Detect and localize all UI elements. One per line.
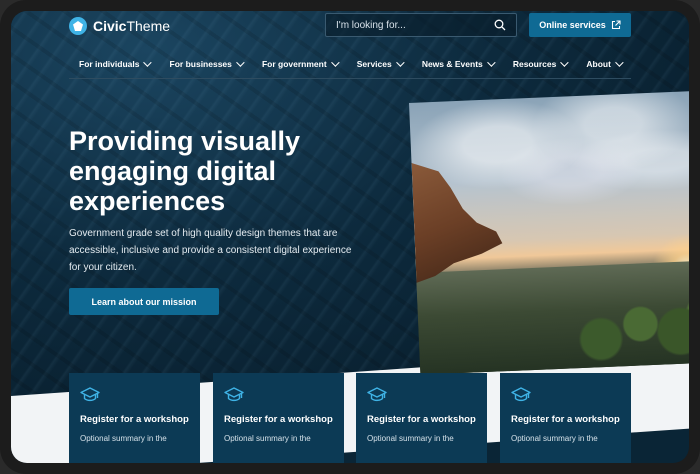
external-link-icon — [611, 20, 621, 30]
nav-label: News & Events — [421, 58, 483, 69]
graduation-cap-icon — [367, 387, 387, 402]
nav-item-resources[interactable]: Resources — [512, 57, 569, 69]
search-input[interactable]: I'm looking for... — [325, 13, 517, 37]
chevron-down-icon — [236, 57, 245, 67]
nav-item-for-government[interactable]: For government — [261, 57, 340, 69]
nav-label: Services — [356, 58, 392, 69]
chevron-down-icon — [560, 57, 569, 67]
main-navigation: For individuals For businesses For gover… — [69, 49, 631, 79]
logo-text-regular: Theme — [126, 18, 171, 34]
nav-label: Resources — [512, 58, 557, 69]
card-list: Register for a workshop Optional summary… — [69, 373, 631, 463]
online-services-label: Online services — [539, 20, 606, 30]
card-summary: Optional summary in the — [80, 434, 167, 443]
device-frame: CivicTheme I'm looking for... Online ser… — [0, 0, 700, 474]
card-title: Register for a workshop — [511, 414, 620, 425]
card-summary: Optional summary in the — [224, 434, 311, 443]
workshop-card[interactable]: Register for a workshop Optional summary… — [213, 373, 344, 463]
logo-text-bold: Civic — [93, 18, 127, 34]
workshop-card[interactable]: Register for a workshop Optional summary… — [356, 373, 487, 463]
card-summary: Optional summary in the — [367, 434, 454, 443]
chevron-down-icon — [330, 57, 340, 67]
chevron-down-icon — [395, 57, 405, 67]
chevron-down-icon — [143, 57, 153, 67]
nav-item-about[interactable]: About — [586, 57, 624, 69]
civic-logo-icon — [69, 17, 87, 35]
browser-screen: CivicTheme I'm looking for... Online ser… — [11, 11, 689, 463]
graduation-cap-icon — [80, 387, 100, 402]
card-title: Register for a workshop — [367, 414, 476, 425]
nav-label: For individuals — [79, 58, 140, 69]
search-icon[interactable] — [494, 19, 506, 31]
nav-item-for-businesses[interactable]: For businesses — [169, 57, 245, 69]
nav-item-for-individuals[interactable]: For individuals — [79, 57, 153, 69]
hero-title: Providing visually engaging digital expe… — [69, 126, 301, 216]
search-placeholder: I'm looking for... — [336, 19, 406, 31]
nav-label: For businesses — [169, 58, 232, 69]
chevron-down-icon — [486, 57, 496, 67]
graduation-cap-icon — [224, 387, 244, 402]
learn-mission-button[interactable]: Learn about our mission — [69, 288, 219, 315]
nav-label: About — [586, 58, 611, 69]
photo-trees — [566, 279, 689, 375]
nav-item-services[interactable]: Services — [356, 57, 405, 69]
card-summary: Optional summary in the — [511, 434, 598, 443]
workshop-card[interactable]: Register for a workshop Optional summary… — [500, 373, 631, 463]
card-title: Register for a workshop — [80, 414, 189, 425]
nav-item-news-events[interactable]: News & Events — [421, 57, 496, 69]
card-title: Register for a workshop — [224, 414, 333, 425]
hero-description: Government grade set of high quality des… — [69, 228, 352, 273]
site-logo[interactable]: CivicTheme — [69, 17, 170, 35]
online-services-button[interactable]: Online services — [529, 13, 631, 37]
logo-text: CivicTheme — [93, 18, 170, 34]
graduation-cap-icon — [511, 387, 531, 402]
workshop-card[interactable]: Register for a workshop Optional summary… — [69, 373, 200, 463]
chevron-down-icon — [615, 57, 624, 67]
nav-label: For government — [261, 58, 327, 69]
hero-landscape-image — [409, 90, 689, 375]
